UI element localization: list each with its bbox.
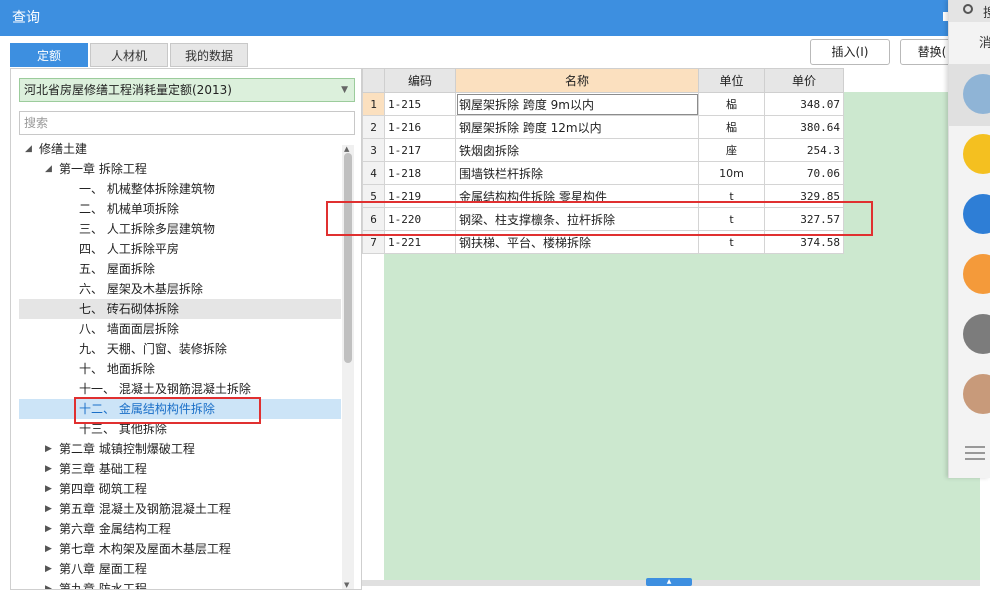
column-header-code[interactable]: 编码 (384, 68, 456, 93)
tablet-app-icon[interactable] (963, 194, 990, 234)
tree-node[interactable]: ▶ 第四章 砌筑工程 (19, 479, 341, 499)
cell-code[interactable]: 1-215 (384, 92, 456, 116)
tree-node[interactable]: ▶ 第八章 屋面工程 (19, 559, 341, 579)
avatar[interactable] (963, 314, 990, 354)
tree-node[interactable]: 六、 屋架及木基层拆除 (19, 279, 341, 299)
caret-collapsed-icon[interactable]: ▶ (45, 439, 52, 459)
caret-collapsed-icon[interactable]: ▶ (45, 459, 52, 479)
briefcase-app-icon[interactable] (963, 254, 990, 294)
tree-node[interactable]: ▶ 第九章 防水工程 (19, 579, 341, 589)
side-panel: 搜 消 (948, 0, 990, 478)
left-panel: 河北省房屋修缮工程消耗量定额(2013) ▼ ◢修缮土建 ◢第一章 拆除工程 一… (10, 68, 362, 590)
tab-my-data[interactable]: 我的数据 (170, 43, 248, 67)
caret-expanded-icon[interactable]: ◢ (45, 159, 52, 179)
dropdown-arrow-icon: ▼ (341, 85, 348, 95)
search-icon (963, 4, 973, 14)
tree-node[interactable]: 二、 机械单项拆除 (19, 199, 341, 219)
caret-expanded-icon[interactable]: ◢ (25, 139, 32, 159)
side-search-text: 搜 (983, 6, 990, 21)
grid-horizontal-scrollbar[interactable]: ▲ (362, 578, 980, 586)
tree-node[interactable]: 九、 天棚、门窗、装修拆除 (19, 339, 341, 359)
avatar[interactable] (963, 374, 990, 414)
caret-collapsed-icon[interactable]: ▶ (45, 519, 52, 539)
window-title: 查询 (12, 10, 40, 26)
tree-node[interactable]: 一、 机械整体拆除建筑物 (19, 179, 341, 199)
tree-node[interactable]: ▶ 第五章 混凝土及钢筋混凝土工程 (19, 499, 341, 519)
tree-node[interactable]: 十一、 混凝土及钢筋混凝土拆除 (19, 379, 341, 399)
table-header-row: 编码 名称 单位 单价 (362, 68, 844, 93)
menu-icon[interactable] (965, 446, 985, 448)
row-number: 3 (362, 138, 385, 162)
cell-unit[interactable]: 座 (698, 138, 765, 162)
chapter-tree: ◢ 修缮土建 ◢ 第一章 拆除工程 一、 机械整体拆除建筑物 二、 机械单项拆除 三… (19, 139, 341, 589)
cell-unit[interactable]: 榀 (698, 92, 765, 116)
tree-node[interactable]: ◢ 修缮土建 (19, 139, 341, 159)
tree-node[interactable]: ▶ 第七章 木构架及屋面木基层工程 (19, 539, 341, 559)
tab-quota[interactable]: 定额 (10, 43, 88, 67)
row-number: 1 (362, 92, 385, 116)
caret-collapsed-icon[interactable]: ▶ (45, 579, 52, 589)
table-row[interactable]: 1 1-215 钢屋架拆除 跨度 9m以内 榀 348.07 (362, 92, 844, 116)
search-input[interactable] (19, 111, 355, 135)
cell-price[interactable]: 70.06 (764, 161, 844, 185)
tree-node[interactable]: 五、 屋面拆除 (19, 259, 341, 279)
caret-collapsed-icon[interactable]: ▶ (45, 499, 52, 519)
cell-code[interactable]: 1-217 (384, 138, 456, 162)
tree-node[interactable]: ▶ 第六章 金属结构工程 (19, 519, 341, 539)
cell-code[interactable]: 1-218 (384, 161, 456, 185)
row-number: 2 (362, 115, 385, 139)
side-search-bar[interactable]: 搜 (949, 0, 990, 22)
row-number: 4 (362, 161, 385, 185)
highlight-box-tree (74, 397, 261, 424)
tab-labor-material-machine[interactable]: 人材机 (90, 43, 168, 67)
tree-node[interactable]: 八、 墙面面层拆除 (19, 319, 341, 339)
insert-button[interactable]: 插入(I) (810, 39, 890, 65)
cell-name[interactable]: 铁烟囱拆除 (455, 138, 699, 162)
tree-node[interactable]: ▶ 第三章 基础工程 (19, 459, 341, 479)
cell-unit[interactable]: 榀 (698, 115, 765, 139)
table-row[interactable]: 2 1-216 钢屋架拆除 跨度 12m以内 榀 380.64 (362, 115, 844, 139)
highlight-box-row (326, 201, 873, 236)
cell-name[interactable]: 围墙铁栏杆拆除 (455, 161, 699, 185)
caret-collapsed-icon[interactable]: ▶ (45, 539, 52, 559)
tree-node[interactable]: ◢ 第一章 拆除工程 (19, 159, 341, 179)
scroll-up-icon[interactable]: ▲ (344, 145, 349, 153)
star-app-icon[interactable] (963, 134, 990, 174)
cell-price[interactable]: 254.3 (764, 138, 844, 162)
cell-code[interactable]: 1-216 (384, 115, 456, 139)
caret-collapsed-icon[interactable]: ▶ (45, 479, 52, 499)
collapse-handle-icon[interactable]: ▲ (646, 578, 692, 586)
cell-name[interactable]: 钢屋架拆除 跨度 12m以内 (455, 115, 699, 139)
scroll-down-icon[interactable]: ▼ (344, 581, 349, 589)
column-header-price[interactable]: 单价 (764, 68, 844, 93)
column-header-name[interactable]: 名称 (455, 68, 699, 93)
tree-node-hovered[interactable]: 七、 砖石砌体拆除 (19, 299, 341, 319)
library-select-value: 河北省房屋修缮工程消耗量定额(2013) (24, 83, 232, 97)
tree-node[interactable]: 十、 地面拆除 (19, 359, 341, 379)
table-row[interactable]: 4 1-218 围墙铁栏杆拆除 10m 70.06 (362, 161, 844, 185)
side-tab-label[interactable]: 消 (979, 32, 990, 51)
column-header-unit[interactable]: 单位 (698, 68, 765, 93)
library-select[interactable]: 河北省房屋修缮工程消耗量定额(2013) ▼ (19, 78, 355, 102)
scrollbar-thumb[interactable] (344, 153, 352, 363)
result-grid-area: 编码 名称 单位 单价 1 1-215 钢屋架拆除 跨度 9m以内 榀 348.… (362, 68, 980, 580)
row-number-header (362, 68, 385, 93)
tree-node[interactable]: 四、 人工拆除平房 (19, 239, 341, 259)
tree-node[interactable]: ▶ 第二章 城镇控制爆破工程 (19, 439, 341, 459)
cell-unit[interactable]: 10m (698, 161, 765, 185)
table-row[interactable]: 3 1-217 铁烟囱拆除 座 254.3 (362, 138, 844, 162)
caret-collapsed-icon[interactable]: ▶ (45, 559, 52, 579)
window-titlebar: 查询 (0, 0, 990, 36)
tree-node[interactable]: 三、 人工拆除多层建筑物 (19, 219, 341, 239)
cell-price[interactable]: 380.64 (764, 115, 844, 139)
cell-name[interactable]: 钢屋架拆除 跨度 9m以内 (455, 92, 699, 116)
cell-price[interactable]: 348.07 (764, 92, 844, 116)
